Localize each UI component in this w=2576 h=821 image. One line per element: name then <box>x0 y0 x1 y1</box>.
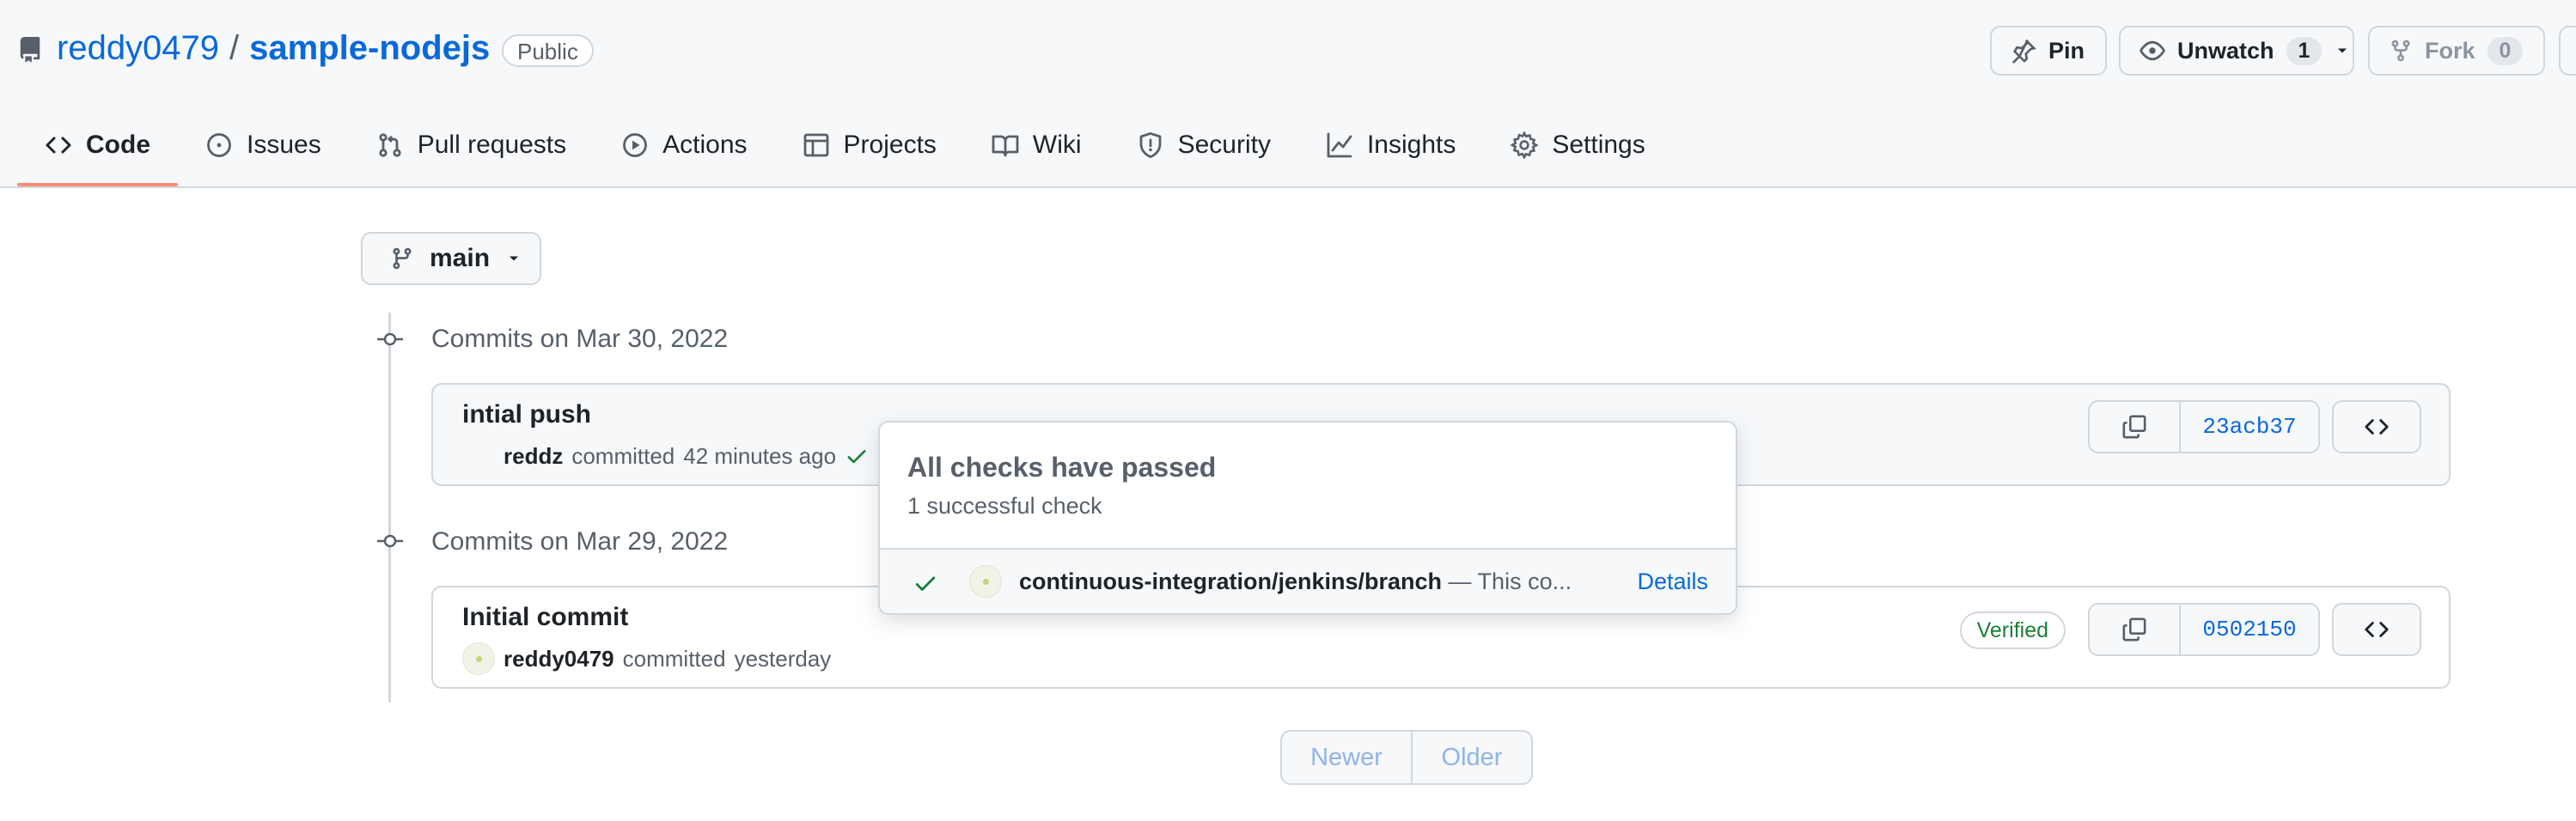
book-icon <box>992 135 1019 157</box>
tab-label: Code <box>86 131 150 159</box>
pin-button[interactable]: Pin <box>1990 26 2107 76</box>
tab-settings[interactable]: Settings <box>1483 119 1672 172</box>
commit-time: 42 minutes ago <box>683 442 837 469</box>
commit-meta: reddy0479 committed yesterday <box>462 642 831 675</box>
avatar[interactable] <box>462 642 495 675</box>
commit-action-text: committed <box>622 645 726 672</box>
commit-sha-link[interactable]: 0502150 <box>2181 605 2318 654</box>
eye-icon <box>2140 40 2165 61</box>
unwatch-label: Unwatch <box>2177 37 2274 64</box>
check-icon <box>915 576 936 591</box>
unwatch-button[interactable]: Unwatch 1 <box>2119 26 2354 76</box>
check-icon[interactable] <box>845 444 869 468</box>
repo-header: reddy0479 /sample-nodejs Public Pin Unwat… <box>0 0 2576 188</box>
commit-meta: reddz committed 42 minutes ago <box>462 440 869 472</box>
tab-projects[interactable]: Projects <box>775 119 964 172</box>
copy-sha-button[interactable] <box>2090 402 2181 452</box>
watchers-count: 1 <box>2286 36 2323 65</box>
commit-author-link[interactable]: reddy0479 <box>504 646 614 672</box>
commit-node-icon <box>377 332 403 346</box>
tab-label: Security <box>1177 131 1271 159</box>
pull-request-icon <box>379 133 401 157</box>
check-details-link[interactable]: Details <box>1637 569 1708 595</box>
pagination: Newer Older <box>1280 730 1533 785</box>
repo-nav-tabs: Code Issues Pull requests Actions Projec… <box>17 119 1673 187</box>
play-icon <box>623 133 648 157</box>
graph-icon <box>1327 132 1352 158</box>
tab-label: Issues <box>247 131 321 159</box>
star-button-edge[interactable] <box>2559 26 2576 76</box>
tab-label: Wiki <box>1032 131 1082 159</box>
fork-label: Fork <box>2425 37 2475 64</box>
repo-icon <box>20 37 40 63</box>
commit-message-link[interactable]: Initial commit <box>462 603 628 632</box>
browse-repo-button[interactable] <box>2332 400 2421 453</box>
issue-icon <box>207 133 231 157</box>
tab-actions[interactable]: Actions <box>594 119 774 172</box>
table-icon <box>803 133 828 157</box>
commit-author-link[interactable]: reddz <box>504 443 563 470</box>
check-name: continuous-integration/jenkins/branch <box>1019 569 1443 594</box>
commit-timeline <box>388 313 391 702</box>
commit-node-icon <box>377 534 403 548</box>
commit-message-link[interactable]: intial push <box>462 400 591 429</box>
copy-icon <box>2122 617 2146 642</box>
branch-selector[interactable]: main <box>361 232 541 285</box>
tab-pull-requests[interactable]: Pull requests <box>349 119 594 172</box>
commit-group-title: Commits on Mar 29, 2022 <box>431 527 729 556</box>
check-description: — This co... <box>1448 569 1572 594</box>
fork-icon <box>2391 40 2410 62</box>
tab-insights[interactable]: Insights <box>1298 119 1483 172</box>
check-row: continuous-integration/jenkins/branch — … <box>880 548 1736 613</box>
commit-sha-group: 0502150 <box>2088 603 2320 656</box>
popover-subtitle: 1 successful check <box>907 493 1102 519</box>
gear-icon <box>1511 131 1539 159</box>
repo-title-separator: / <box>229 29 240 67</box>
commit-sha-link[interactable]: 23acb37 <box>2181 402 2318 452</box>
commit-time: yesterday <box>734 645 832 672</box>
fork-count: 0 <box>2487 36 2524 65</box>
browse-repo-button[interactable] <box>2332 603 2421 656</box>
repo-name-link[interactable]: sample-nodejs <box>249 29 490 67</box>
caret-down-icon <box>510 256 519 261</box>
tab-code[interactable]: Code <box>17 119 178 186</box>
code-icon <box>2365 419 2389 435</box>
tab-wiki[interactable]: Wiki <box>964 119 1109 172</box>
repo-owner-link[interactable]: reddy0479 <box>57 29 219 67</box>
popover-title: All checks have passed <box>907 452 1217 483</box>
tab-security[interactable]: Security <box>1109 119 1298 172</box>
commit-action-text: committed <box>571 442 675 469</box>
tab-label: Actions <box>662 131 748 159</box>
copy-sha-button[interactable] <box>2090 605 2181 654</box>
repo-title: reddy0479 /sample-nodejs <box>57 24 490 72</box>
tab-label: Pull requests <box>417 131 567 159</box>
commit-group-title: Commits on Mar 30, 2022 <box>431 325 729 353</box>
code-icon <box>2365 622 2389 637</box>
older-button[interactable]: Older <box>1413 732 1531 783</box>
pin-icon <box>2011 39 2036 64</box>
copy-icon <box>2122 415 2146 439</box>
shield-icon <box>1139 132 1161 158</box>
check-context: continuous-integration/jenkins/branch — … <box>1019 569 1572 595</box>
avatar <box>969 565 1002 598</box>
caret-down-icon <box>2338 48 2347 53</box>
branch-icon <box>393 247 412 270</box>
visibility-badge: Public <box>502 34 594 67</box>
newer-button[interactable]: Newer <box>1282 732 1413 783</box>
tab-issues[interactable]: Issues <box>178 119 349 172</box>
commit-sha-group: 23acb37 <box>2088 400 2320 453</box>
branch-name: main <box>430 244 491 272</box>
tab-label: Insights <box>1366 131 1456 159</box>
tab-label: Projects <box>843 131 937 159</box>
verified-badge[interactable]: Verified <box>1959 611 2066 649</box>
code-icon <box>46 137 71 154</box>
pin-label: Pin <box>2048 37 2085 64</box>
tab-label: Settings <box>1552 131 1645 159</box>
checks-popover: All checks have passed 1 successful chec… <box>878 421 1737 615</box>
fork-button[interactable]: Fork 0 <box>2368 26 2545 76</box>
